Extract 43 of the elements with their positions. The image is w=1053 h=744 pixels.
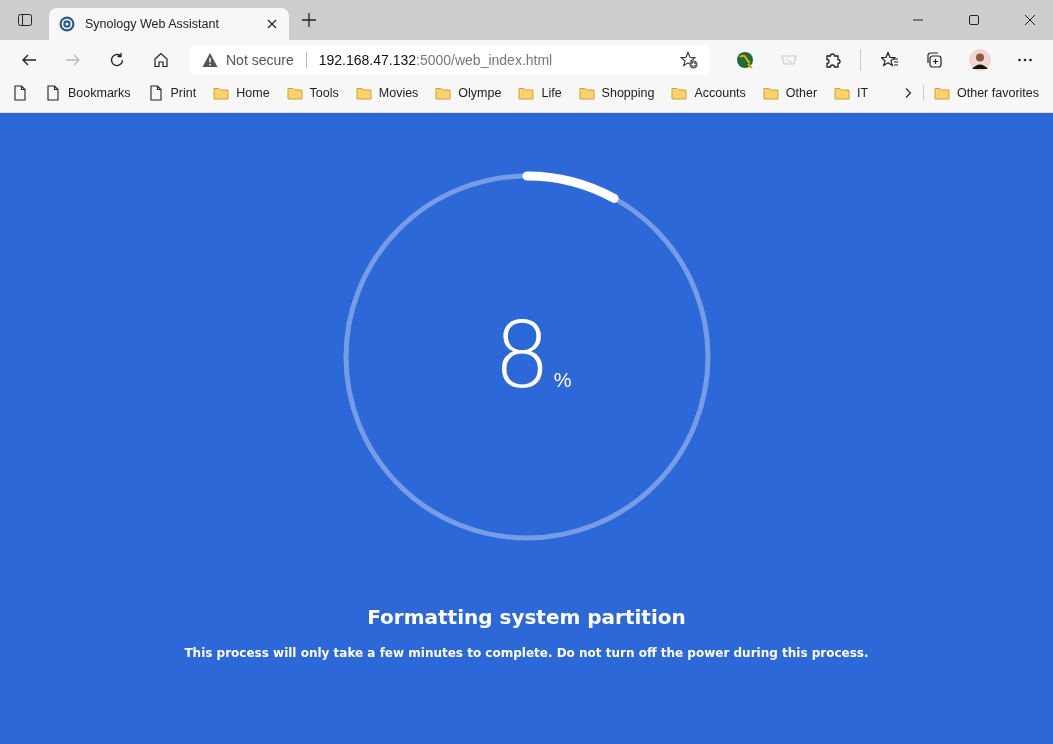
status-heading: Formatting system partition	[367, 605, 686, 629]
url-path: :5000/web_index.html	[416, 52, 553, 68]
bookmark-item[interactable]: Print	[147, 84, 197, 101]
maximize-icon[interactable]	[969, 15, 979, 25]
browser-tab[interactable]: Synology Web Assistant	[49, 8, 289, 40]
progress-unit: %	[553, 369, 572, 392]
url-host: 192.168.47.132	[318, 52, 417, 68]
address-bar[interactable]: Not secure 192.168.47.132:5000/web_index.html	[190, 45, 710, 75]
security-label: Not secure	[226, 52, 294, 68]
puzzle-icon[interactable]	[824, 51, 842, 69]
close-icon[interactable]	[267, 19, 277, 29]
page-icon	[12, 84, 28, 101]
bookmark-item[interactable]: Accounts	[671, 84, 746, 101]
warning-icon	[202, 52, 218, 68]
bookmark-item[interactable]: Movies	[355, 84, 419, 101]
new-tab-icon[interactable]	[302, 13, 316, 27]
bookmark-item[interactable]: Shopping	[578, 84, 655, 101]
tab-title: Synology Web Assistant	[85, 17, 220, 31]
home-icon[interactable]	[153, 52, 169, 68]
bookmark-item[interactable]: Other favorites	[934, 84, 1039, 101]
bookmark-item[interactable]: Olympe	[435, 84, 502, 101]
profile-avatar-icon[interactable]	[969, 49, 991, 71]
progress-value: 8	[493, 311, 551, 401]
status-message: This process will only take a few minutes to complete. Do not turn off the power during this process.	[184, 646, 869, 660]
page-icon	[147, 84, 164, 101]
bookmark-item[interactable]: Tools	[286, 84, 339, 101]
bookmark-item[interactable]: IT	[834, 84, 869, 101]
tab-actions-icon[interactable]	[17, 12, 33, 28]
bookmark-item[interactable]	[12, 84, 28, 101]
back-arrow-icon[interactable]	[21, 52, 37, 68]
bookmark-item[interactable]: Home	[213, 84, 270, 101]
bookmark-item[interactable]: Life	[518, 84, 562, 101]
close-icon[interactable]	[1025, 15, 1035, 25]
bookmark-item[interactable]: Bookmarks	[45, 84, 131, 101]
favorites-icon[interactable]	[881, 51, 899, 69]
refresh-icon[interactable]	[109, 52, 125, 68]
globe-extension-icon[interactable]	[736, 51, 754, 69]
tab-favicon-icon	[59, 16, 75, 32]
collections-icon[interactable]	[925, 51, 943, 69]
page-icon	[45, 84, 61, 101]
chevron-right-icon[interactable]	[903, 87, 913, 98]
add-favorite-star-icon[interactable]	[680, 51, 698, 69]
bookmark-item[interactable]: Other	[762, 84, 818, 101]
